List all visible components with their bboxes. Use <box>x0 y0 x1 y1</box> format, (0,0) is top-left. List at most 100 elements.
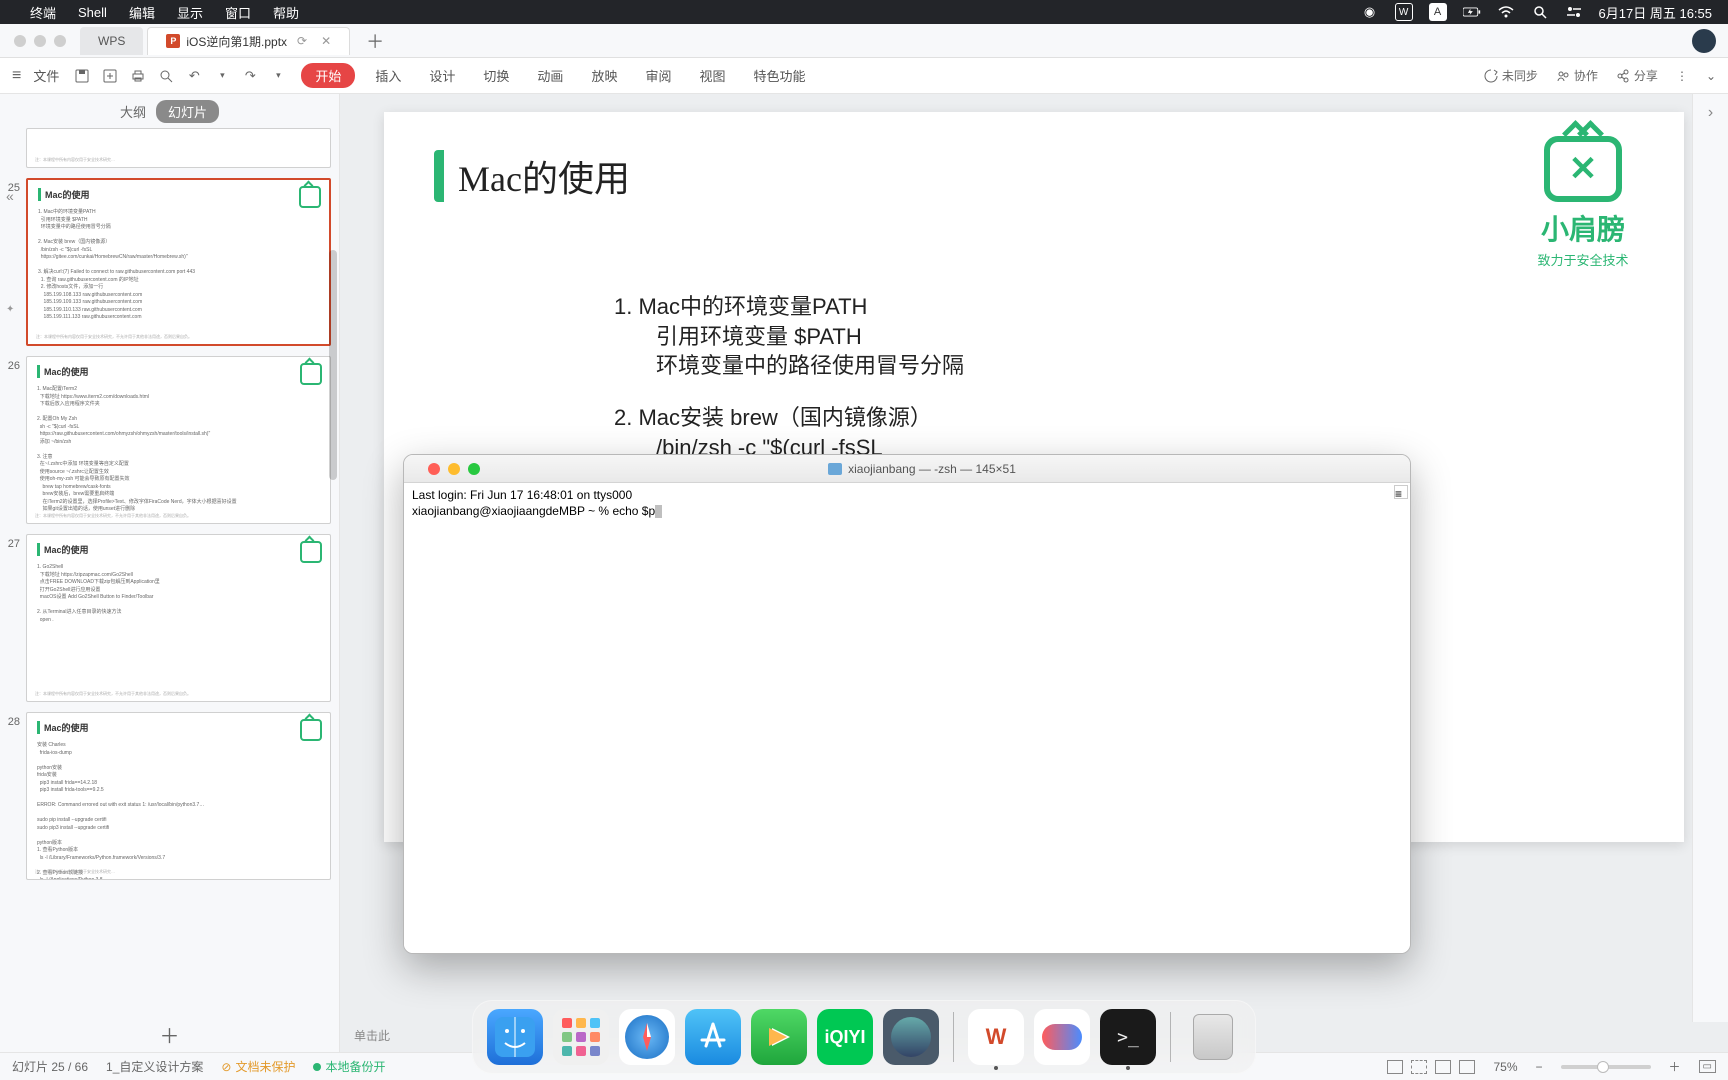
tencent-video-app-icon[interactable] <box>751 1009 807 1065</box>
zoom-icon[interactable] <box>468 463 480 475</box>
trash-icon[interactable] <box>1185 1009 1241 1065</box>
slide-thumbnail-active[interactable]: Mac的使用 1. Mac中的环境变量PATH 引用环境变量 $PATH 环境变… <box>26 178 331 346</box>
slides-tab[interactable]: 幻灯片 <box>156 100 219 123</box>
sorter-view-icon[interactable] <box>1411 1060 1427 1074</box>
normal-view-icon[interactable] <box>1387 1060 1403 1074</box>
app-name[interactable]: 终端 <box>30 3 56 22</box>
slides-panel: « 大纲 幻灯片 注：本课程中所有内容仅用于安全技术研究… 25 <box>0 94 340 1052</box>
input-a-icon[interactable]: A <box>1429 3 1447 21</box>
add-slide-button[interactable]: ＋ <box>0 1016 339 1052</box>
ribbon-review[interactable]: 审阅 <box>645 66 671 85</box>
add-tab-button[interactable]: ＋ <box>362 28 388 54</box>
undo-dropdown-icon[interactable]: ▾ <box>213 67 231 85</box>
terminal-line: Last login: Fri Jun 17 16:48:01 on ttys0… <box>412 487 1402 503</box>
launchpad-app-icon[interactable] <box>553 1009 609 1065</box>
wps-file-tab[interactable]: P iOS逆向第1期.pptx ⟳ ✕ <box>147 27 350 55</box>
terminal-scroll-icon[interactable]: ≡ <box>1394 485 1408 499</box>
brand-logo-icon <box>300 363 322 385</box>
reading-view-icon[interactable] <box>1435 1060 1451 1074</box>
file-menu[interactable]: 文件 <box>33 66 59 85</box>
ppt-file-icon: P <box>166 34 180 48</box>
redo-icon[interactable]: ↷ <box>241 67 259 85</box>
spotlight-icon[interactable] <box>1531 3 1549 21</box>
thumb-number: 26 <box>4 356 26 524</box>
wps-app-icon[interactable]: W <box>968 1009 1024 1065</box>
save-icon[interactable] <box>73 67 91 85</box>
traffic-lights[interactable] <box>0 35 80 47</box>
print-icon[interactable] <box>129 67 147 85</box>
dock: iQIYI W >_ <box>472 1000 1256 1074</box>
zoom-in-button[interactable]: ＋ <box>1669 1058 1681 1075</box>
terminal-titlebar[interactable]: xiaojianbang — -zsh — 145×51 <box>404 455 1410 483</box>
finder-app-icon[interactable] <box>487 1009 543 1065</box>
minimize-icon[interactable] <box>34 35 46 47</box>
zoom-out-button[interactable]: − <box>1536 1060 1543 1074</box>
slide-body[interactable]: 1. Mac中的环境变量PATH 引用环境变量 $PATH 环境变量中的路径使用… <box>614 292 1634 462</box>
appstore-app-icon[interactable] <box>685 1009 741 1065</box>
close-icon[interactable] <box>14 35 26 47</box>
undo-icon[interactable]: ↶ <box>185 67 203 85</box>
save-as-icon[interactable] <box>101 67 119 85</box>
redo-dropdown-icon[interactable]: ▾ <box>269 67 287 85</box>
unsync-button[interactable]: 未同步 <box>1484 67 1538 84</box>
iqiyi-app-icon[interactable]: iQIYI <box>817 1009 873 1065</box>
thumbnail-list[interactable]: 注：本课程中所有内容仅用于安全技术研究… 25 Mac的使用 1. Mac中的环… <box>0 128 339 1016</box>
outline-tab[interactable]: 大纲 <box>120 102 146 121</box>
scrollbar-thumb[interactable] <box>329 250 337 480</box>
hamburger-icon[interactable]: ≡ <box>12 67 21 85</box>
ribbon-insert[interactable]: 插入 <box>375 66 401 85</box>
terminal-body[interactable]: ≡ Last login: Fri Jun 17 16:48:01 on tty… <box>404 483 1410 953</box>
slide-thumbnail[interactable]: Mac的使用 1. Mac配置iTerm2 下载地址 https://www.i… <box>26 356 331 524</box>
minimize-icon[interactable] <box>448 463 460 475</box>
ribbon-design[interactable]: 设计 <box>429 66 455 85</box>
menu-edit[interactable]: 编辑 <box>129 3 155 22</box>
refresh-icon[interactable]: ⟳ <box>297 34 307 48</box>
zoom-slider[interactable] <box>1561 1065 1651 1069</box>
view-mode-icons[interactable] <box>1387 1060 1475 1074</box>
design-scheme[interactable]: 1_自定义设计方案 <box>106 1058 203 1075</box>
backup-status[interactable]: 本地备份开 <box>313 1058 385 1075</box>
print-preview-icon[interactable] <box>157 67 175 85</box>
ribbon-special[interactable]: 特色功能 <box>753 66 805 85</box>
collab-button[interactable]: 协作 <box>1556 67 1598 84</box>
ribbon-animation[interactable]: 动画 <box>537 66 563 85</box>
slide-thumbnail[interactable]: Mac的使用 安装 Charles frida-ios-dumppython安装… <box>26 712 331 880</box>
slide-thumbnail[interactable]: Mac的使用 1. Go2Shell 下载地址 https://zipzapma… <box>26 534 331 702</box>
collapse-ribbon-icon[interactable]: ⌄ <box>1706 69 1716 83</box>
close-tab-icon[interactable]: ✕ <box>321 34 331 48</box>
zoom-icon[interactable] <box>54 35 66 47</box>
baidu-netdisk-app-icon[interactable] <box>1034 1009 1090 1065</box>
terminal-window[interactable]: xiaojianbang — -zsh — 145×51 ≡ Last logi… <box>403 454 1411 954</box>
terminal-command[interactable]: echo $p <box>612 504 655 518</box>
safari-app-icon[interactable] <box>619 1009 675 1065</box>
more-icon[interactable]: ⋮ <box>1676 69 1688 83</box>
ribbon-start-tab[interactable]: 开始 <box>301 63 355 88</box>
doc-protect-status[interactable]: ⊘文档未保护 <box>221 1058 295 1075</box>
slide-title[interactable]: Mac的使用 <box>434 150 1634 202</box>
menu-help[interactable]: 帮助 <box>273 3 299 22</box>
menubar-datetime[interactable]: 6月17日 周五 16:55 <box>1599 3 1712 22</box>
menu-window[interactable]: 窗口 <box>225 3 251 22</box>
control-center-icon[interactable] <box>1565 3 1583 21</box>
user-avatar[interactable] <box>1692 29 1716 53</box>
ribbon-transition[interactable]: 切换 <box>483 66 509 85</box>
expand-toolstrip-icon[interactable]: › <box>1693 104 1728 122</box>
ribbon-view[interactable]: 视图 <box>699 66 725 85</box>
right-toolstrip: › <box>1692 94 1728 1022</box>
wifi-icon[interactable] <box>1497 3 1515 21</box>
terminal-app-icon[interactable]: >_ <box>1100 1009 1156 1065</box>
battery-icon[interactable] <box>1463 3 1481 21</box>
wps-home-tab[interactable]: WPS <box>80 27 143 55</box>
quicktime-app-icon[interactable] <box>883 1009 939 1065</box>
slideshow-view-icon[interactable] <box>1459 1060 1475 1074</box>
cursor-icon <box>655 505 662 518</box>
close-icon[interactable] <box>428 463 440 475</box>
menu-shell[interactable]: Shell <box>78 5 107 20</box>
share-button[interactable]: 分享 <box>1616 67 1658 84</box>
record-icon[interactable]: ◉ <box>1361 3 1379 21</box>
slide-thumbnail[interactable]: 注：本课程中所有内容仅用于安全技术研究… <box>26 128 331 168</box>
menu-view[interactable]: 显示 <box>177 3 203 22</box>
app-w-icon[interactable]: W <box>1395 3 1413 21</box>
ribbon-slideshow[interactable]: 放映 <box>591 66 617 85</box>
fit-window-icon[interactable]: ▭ <box>1699 1060 1716 1073</box>
